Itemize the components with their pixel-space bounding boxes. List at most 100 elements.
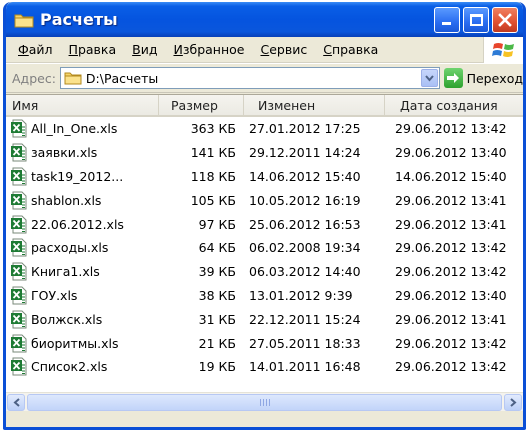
- file-created: 29.06.2012 13:40: [395, 287, 507, 303]
- window-title: Расчеты: [40, 10, 118, 29]
- file-size: 64 КБ: [198, 240, 236, 256]
- minimize-icon: [442, 21, 451, 25]
- excel-file-icon: [10, 357, 29, 376]
- column-created[interactable]: Дата создания: [385, 95, 523, 117]
- chevron-right-icon: [509, 397, 517, 407]
- file-name: ГОУ.xls: [31, 287, 78, 303]
- file-size: 141 КБ: [190, 145, 236, 161]
- file-row[interactable]: биоритмы.xls 21 КБ 27.05.2011 18:33 29.06.2…: [6, 331, 523, 355]
- file-name: Волжск.xls: [31, 311, 103, 327]
- file-rows: All_In_One.xls 363 КБ 27.01.2012 17:25 29.0…: [6, 117, 523, 379]
- file-created: 29.06.2012 13:42: [395, 240, 507, 256]
- file-modified: 27.01.2012 17:25: [249, 121, 361, 137]
- chevron-down-icon: [424, 74, 434, 82]
- file-created: 29.06.2012 13:41: [395, 311, 507, 327]
- file-name-cell: task19_2012...: [6, 167, 159, 186]
- file-name: task19_2012...: [31, 168, 124, 184]
- close-icon: [498, 12, 512, 27]
- file-name-cell: All_In_One.xls: [6, 119, 159, 138]
- file-row[interactable]: 22.06.2012.xls 97 КБ 25.06.2012 16:53 29.06…: [6, 212, 523, 236]
- address-dropdown-button[interactable]: [420, 69, 438, 87]
- file-modified: 25.06.2012 16:53: [249, 216, 361, 232]
- file-name-cell: заявки.xls: [6, 143, 159, 162]
- file-name: shablon.xls: [31, 192, 102, 208]
- menu-help[interactable]: Справка: [315, 42, 386, 57]
- file-modified: 29.12.2011 14:24: [249, 145, 361, 161]
- file-name-cell: Список2.xls: [6, 357, 159, 376]
- maximize-button[interactable]: [463, 6, 489, 33]
- file-modified: 14.01.2011 16:48: [249, 359, 361, 375]
- file-list: Имя Размер Изменен Дата создания All_In_…: [6, 94, 523, 411]
- address-input[interactable]: D:\Расчеты: [59, 67, 440, 89]
- column-size[interactable]: Размер: [159, 95, 244, 117]
- file-row[interactable]: заявки.xls 141 КБ 29.12.2011 14:24 29.06.20…: [6, 141, 523, 165]
- file-modified: 06.02.2008 19:34: [249, 240, 361, 256]
- file-size: 38 КБ: [198, 287, 236, 303]
- column-modified[interactable]: Изменен: [244, 95, 385, 117]
- file-size: 21 КБ: [198, 335, 236, 351]
- file-created: 29.06.2012 13:41: [395, 216, 507, 232]
- file-name: биоритмы.xls: [31, 335, 119, 351]
- file-row[interactable]: Список2.xls 19 КБ 14.01.2011 16:48 29.06.20…: [6, 355, 523, 379]
- chevron-left-icon: [12, 397, 20, 407]
- menu-tools[interactable]: Сервис: [252, 42, 315, 57]
- excel-file-icon: [10, 286, 29, 305]
- folder-icon: [14, 12, 34, 28]
- menu-edit[interactable]: Правка: [61, 42, 125, 57]
- file-size: 31 КБ: [198, 311, 236, 327]
- horizontal-scrollbar[interactable]: [6, 392, 523, 411]
- menu-favorites[interactable]: Избранное: [165, 42, 252, 57]
- go-button[interactable]: [443, 68, 463, 88]
- address-label: Адрес:: [12, 70, 56, 86]
- file-created: 29.06.2012 13:42: [395, 359, 507, 375]
- file-modified: 14.06.2012 15:40: [249, 168, 361, 184]
- excel-file-icon: [10, 167, 29, 186]
- excel-file-icon: [10, 334, 29, 353]
- title-bar[interactable]: Расчеты: [6, 2, 523, 37]
- file-name-cell: 22.06.2012.xls: [6, 215, 159, 234]
- file-name: 22.06.2012.xls: [31, 216, 124, 232]
- menu-file[interactable]: Файл: [10, 42, 61, 57]
- file-size: 97 КБ: [198, 216, 236, 232]
- file-modified: 06.03.2012 14:40: [249, 264, 361, 280]
- file-row[interactable]: task19_2012... 118 КБ 14.06.2012 15:40 14.0…: [6, 165, 523, 189]
- file-name-cell: Волжск.xls: [6, 310, 159, 329]
- windows-logo-icon: [483, 37, 523, 63]
- column-name[interactable]: Имя: [6, 95, 159, 117]
- excel-file-icon: [10, 119, 29, 138]
- scroll-left-button[interactable]: [7, 393, 25, 411]
- file-size: 118 КБ: [190, 168, 236, 184]
- file-size: 19 КБ: [198, 359, 236, 375]
- excel-file-icon: [10, 310, 29, 329]
- file-created: 29.06.2012 13:42: [395, 264, 507, 280]
- file-modified: 13.01.2012 9:39: [249, 287, 353, 303]
- file-name: All_In_One.xls: [31, 121, 118, 137]
- folder-icon: [64, 71, 82, 85]
- excel-file-icon: [10, 238, 29, 257]
- file-row[interactable]: shablon.xls 105 КБ 10.05.2012 16:19 29.06.2…: [6, 188, 523, 212]
- file-name-cell: биоритмы.xls: [6, 334, 159, 353]
- file-name-cell: shablon.xls: [6, 191, 159, 210]
- file-name-cell: ГОУ.xls: [6, 286, 159, 305]
- menu-view[interactable]: Вид: [124, 42, 165, 57]
- file-row[interactable]: All_In_One.xls 363 КБ 27.01.2012 17:25 29.0…: [6, 117, 523, 141]
- scroll-right-button[interactable]: [504, 393, 522, 411]
- go-label[interactable]: Переход: [467, 71, 523, 86]
- arrow-right-icon: [447, 73, 460, 83]
- file-row[interactable]: ГОУ.xls 38 КБ 13.01.2012 9:39 29.06.2012 13…: [6, 284, 523, 308]
- file-created: 29.06.2012 13:40: [395, 145, 507, 161]
- column-header: Имя Размер Изменен Дата создания: [6, 95, 523, 117]
- minimize-button[interactable]: [434, 6, 460, 33]
- file-row[interactable]: Книга1.xls 39 КБ 06.03.2012 14:40 29.06.201…: [6, 260, 523, 284]
- file-row[interactable]: расходы.xls 64 КБ 06.02.2008 19:34 29.06.20…: [6, 236, 523, 260]
- file-modified: 27.05.2011 18:33: [249, 335, 361, 351]
- file-row[interactable]: Волжск.xls 31 КБ 22.12.2011 15:24 29.06.201…: [6, 307, 523, 331]
- file-size: 105 КБ: [190, 192, 236, 208]
- file-modified: 22.12.2011 15:24: [249, 311, 361, 327]
- excel-file-icon: [10, 262, 29, 281]
- close-button[interactable]: [492, 6, 518, 33]
- file-created: 29.06.2012 13:41: [395, 192, 507, 208]
- excel-file-icon: [10, 215, 29, 234]
- file-created: 29.06.2012 13:42: [395, 335, 507, 351]
- scroll-thumb[interactable]: [27, 393, 502, 411]
